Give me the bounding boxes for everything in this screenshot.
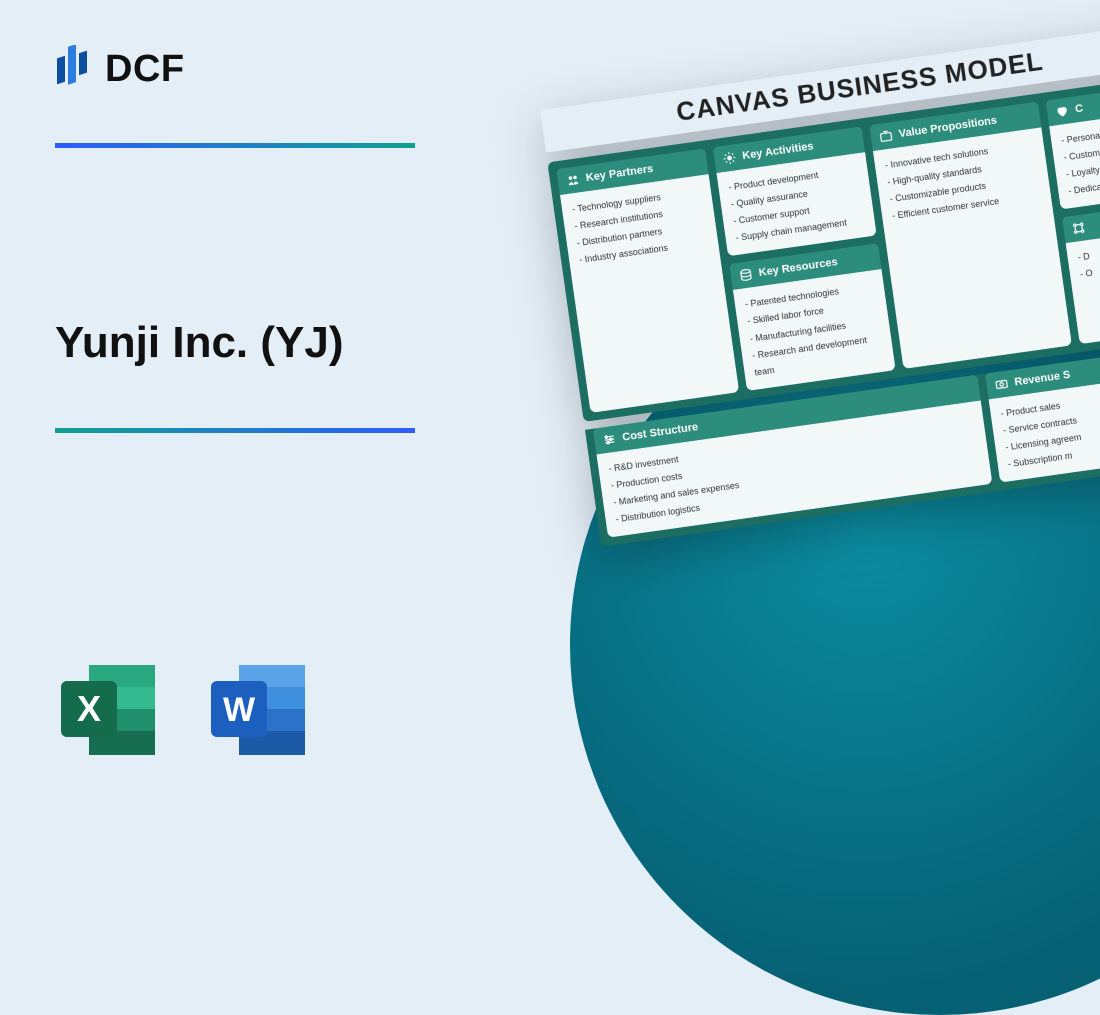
section-value-propositions: Value Propositions Innovative tech solut…: [869, 102, 1072, 369]
partners-icon: [565, 172, 581, 188]
svg-text:X: X: [77, 688, 101, 729]
left-panel: DCF Yunji Inc. (YJ): [55, 45, 485, 433]
page-title: Yunji Inc. (YJ): [55, 318, 485, 368]
svg-text:W: W: [223, 691, 256, 729]
section-label: Revenue S: [1014, 369, 1071, 389]
section-label: Key Resources: [758, 256, 838, 279]
value-icon: [878, 128, 894, 144]
section-label: Cost Structure: [622, 421, 699, 444]
section-label: C: [1074, 102, 1084, 115]
dcf-bars-icon: [55, 45, 91, 93]
section-customer-relationships: C PersonalizCustomerLoyalty pDedica: [1046, 80, 1100, 210]
business-model-canvas: CANVAS BUSINESS MODEL Key Partners Techn…: [540, 21, 1100, 547]
brand-text: DCF: [105, 48, 185, 91]
revenue-icon: [994, 376, 1010, 392]
relationships-icon: [1054, 103, 1070, 119]
channels-icon: [1071, 221, 1087, 237]
section-label: Key Activities: [742, 140, 815, 162]
section-key-partners: Key Partners Technology suppliersResearc…: [556, 148, 739, 412]
brand-logo: DCF: [55, 45, 485, 93]
section-key-resources: Key Resources Patented technologiesSkill…: [729, 244, 895, 391]
excel-icon: X: [55, 655, 165, 765]
divider-top: [55, 143, 415, 148]
activities-icon: [722, 150, 738, 166]
divider-bottom: [55, 428, 415, 433]
section-label: Key Partners: [585, 163, 654, 184]
section-body: Patented technologiesSkilled labor force…: [733, 269, 896, 390]
section-key-activities: Key Activities Product developmentQualit…: [713, 126, 877, 256]
word-icon: W: [205, 655, 315, 765]
cost-icon: [602, 431, 618, 447]
file-type-icons: X W: [55, 655, 315, 765]
resources-icon: [738, 267, 754, 283]
